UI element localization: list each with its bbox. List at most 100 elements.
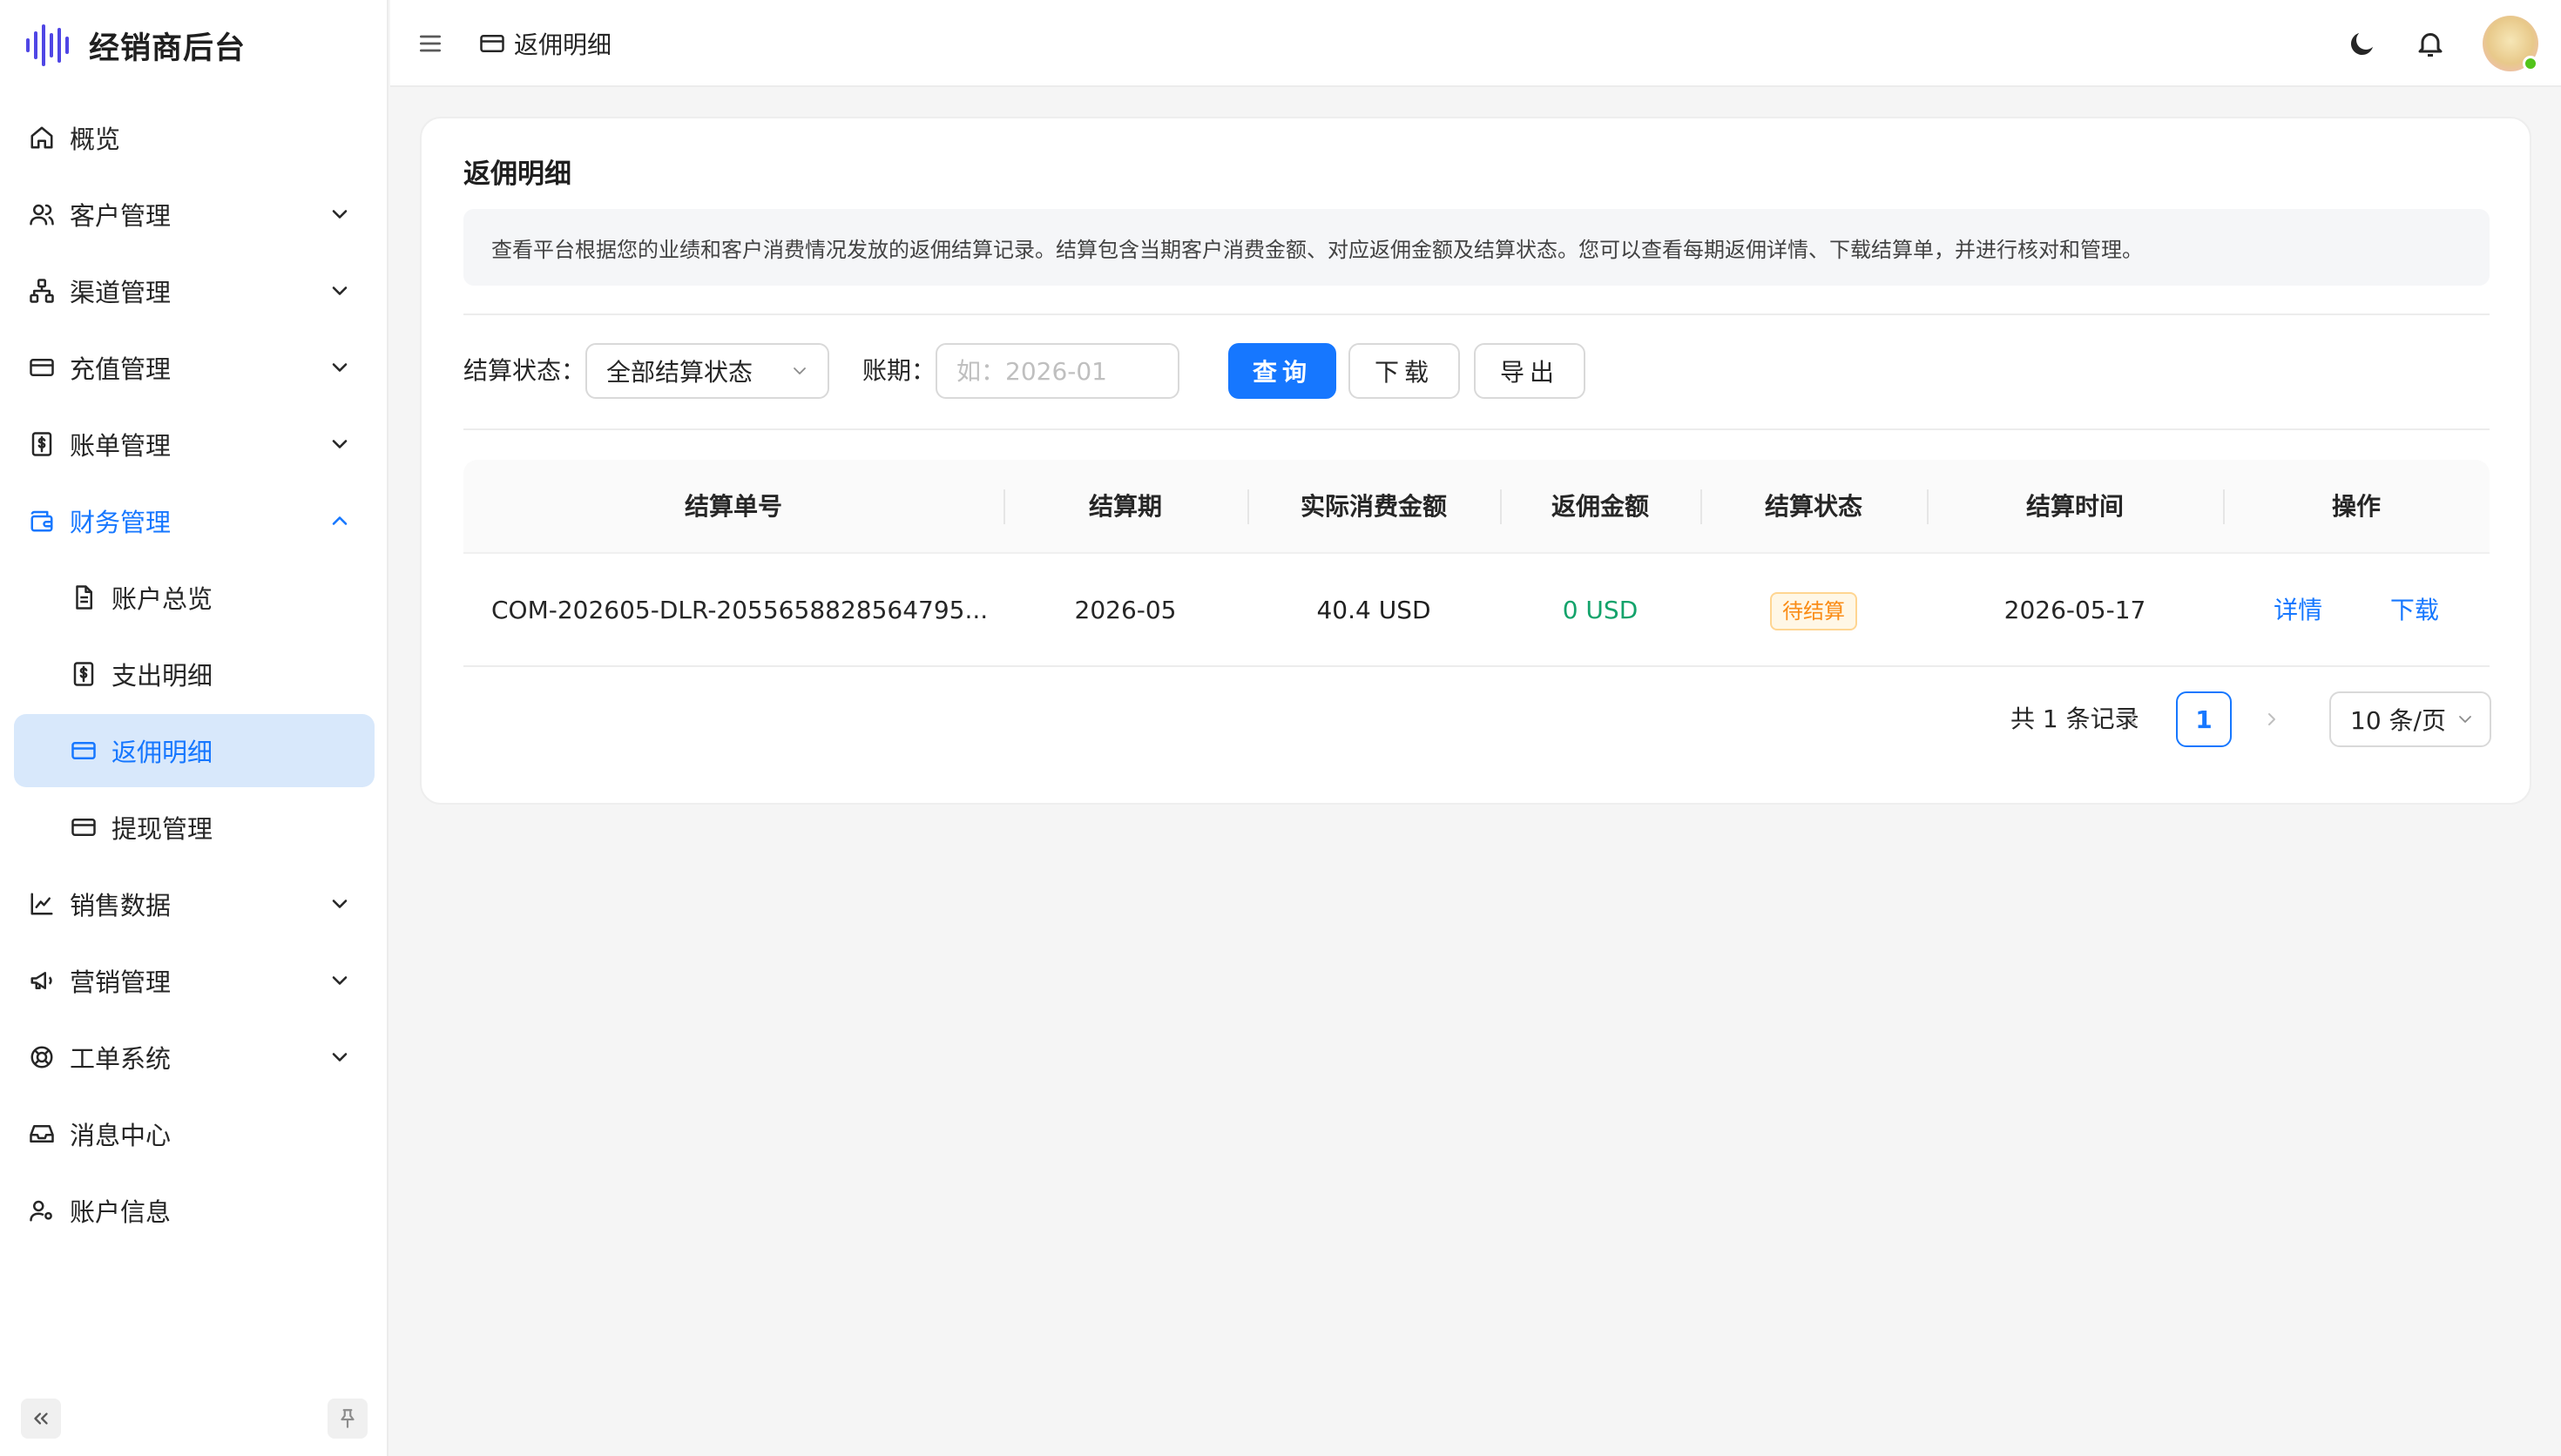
sidebar-item-account-info[interactable]: 账户信息 bbox=[14, 1174, 375, 1247]
chevron-right-icon bbox=[2261, 709, 2282, 730]
sidebar-item-label: 销售数据 bbox=[70, 891, 172, 920]
dark-mode-toggle[interactable] bbox=[2345, 26, 2380, 61]
users-icon bbox=[28, 200, 56, 228]
bill-icon bbox=[70, 660, 98, 688]
user-settings-icon bbox=[28, 1196, 56, 1224]
query-button[interactable]: 查询 bbox=[1228, 343, 1336, 399]
sidebar-item-label: 工单系统 bbox=[70, 1044, 172, 1074]
sidebar-item-label: 概览 bbox=[70, 125, 121, 154]
page-description: 查看平台根据您的业绩和客户消费情况发放的返佣结算记录。结算包含当期客户消费金额、… bbox=[463, 209, 2490, 286]
brand-title: 经销商后台 bbox=[89, 30, 247, 66]
chevron-down-icon bbox=[328, 202, 352, 226]
sidebar-item-withdrawal[interactable]: 提现管理 bbox=[14, 791, 375, 864]
sidebar-item-recharge[interactable]: 充值管理 bbox=[14, 331, 375, 404]
chevron-up-icon bbox=[328, 509, 352, 533]
chevron-down-icon bbox=[328, 355, 352, 380]
sidebar-menu: 概览 客户管理 渠道管理 充值管理 账单管理 财务管理 账户总览 支出明细 返佣… bbox=[14, 101, 375, 1250]
filter-bar: 结算状态： 全部结算状态 账期： 查询 下载 导出 bbox=[463, 343, 2490, 399]
chevron-down-icon bbox=[328, 432, 352, 456]
sidebar-item-label: 提现管理 bbox=[111, 814, 213, 844]
status-select[interactable]: 全部结算状态 bbox=[585, 343, 829, 399]
bill-icon bbox=[28, 430, 56, 458]
sidebar-item-channels[interactable]: 渠道管理 bbox=[14, 254, 375, 327]
credit-card-icon bbox=[70, 813, 98, 841]
sidebar-item-label: 账单管理 bbox=[70, 431, 172, 461]
rebate-amount-cell: 0 USD bbox=[1562, 596, 1639, 624]
status-filter-label: 结算状态： bbox=[463, 356, 586, 385]
line-chart-icon bbox=[28, 890, 56, 918]
pin-sidebar-button[interactable] bbox=[328, 1399, 368, 1439]
column-header: 返佣金额 bbox=[1551, 492, 1649, 521]
notifications-button[interactable] bbox=[2413, 26, 2448, 61]
sidebar-footer bbox=[21, 1399, 368, 1439]
sidebar-item-label: 充值管理 bbox=[70, 354, 172, 384]
settle-time-cell: 2026-05-17 bbox=[2004, 596, 2146, 624]
top-header: 返佣明细 bbox=[390, 0, 2561, 87]
chevron-down-icon bbox=[328, 968, 352, 993]
bell-icon bbox=[2415, 28, 2446, 59]
column-header: 结算单号 bbox=[684, 492, 782, 521]
status-cell: 待结算 bbox=[1700, 554, 1927, 667]
status-select-value: 全部结算状态 bbox=[606, 358, 753, 387]
sidebar-item-expense-detail[interactable]: 支出明细 bbox=[14, 637, 375, 711]
sidebar-item-label: 支出明细 bbox=[111, 661, 213, 691]
avatar[interactable] bbox=[2483, 16, 2538, 71]
status-badge: 待结算 bbox=[1770, 592, 1857, 630]
detail-link[interactable]: 详情 bbox=[2274, 596, 2322, 624]
pagination: 共 1 条记录 1 10 条/页 bbox=[463, 691, 2491, 747]
chevron-down-icon bbox=[789, 361, 810, 381]
app-root: 经销商后台 概览 客户管理 渠道管理 充值管理 账单管理 财务管理 账户总览 支… bbox=[0, 0, 2561, 1456]
page-number-button[interactable]: 1 bbox=[2176, 691, 2232, 747]
sidebar-item-customers[interactable]: 客户管理 bbox=[14, 178, 375, 251]
network-icon bbox=[28, 277, 56, 305]
sidebar-item-tickets[interactable]: 工单系统 bbox=[14, 1021, 375, 1094]
period-cell: 2026-05 bbox=[1074, 596, 1177, 624]
online-status-dot bbox=[2523, 56, 2538, 71]
brand[interactable]: 经销商后台 bbox=[24, 19, 246, 71]
rebate-detail-card: 返佣明细 查看平台根据您的业绩和客户消费情况发放的返佣结算记录。结算包含当期客户… bbox=[420, 117, 2531, 805]
prev-page-button[interactable] bbox=[2118, 705, 2146, 733]
sidebar-item-label: 返佣明细 bbox=[111, 738, 213, 767]
sidebar-item-label: 客户管理 bbox=[70, 201, 172, 231]
inbox-icon bbox=[28, 1120, 56, 1148]
next-page-button[interactable] bbox=[2258, 705, 2286, 733]
download-link[interactable]: 下载 bbox=[2390, 596, 2439, 624]
period-filter-label: 账期： bbox=[862, 356, 936, 385]
chevron-down-icon bbox=[2455, 709, 2476, 730]
chevron-left-icon bbox=[2122, 709, 2143, 730]
collapse-sidebar-button[interactable] bbox=[21, 1399, 61, 1439]
credit-card-icon bbox=[479, 30, 507, 57]
sidebar-item-label: 渠道管理 bbox=[70, 278, 172, 307]
column-header: 结算期 bbox=[1088, 492, 1162, 521]
export-button[interactable]: 导出 bbox=[1474, 343, 1585, 399]
rebate-table: 结算单号 结算期 实际消费金额 返佣金额 结算状态 结算时间 操作 COM-20… bbox=[463, 460, 2490, 667]
sidebar-item-label: 账户总览 bbox=[111, 584, 213, 614]
sidebar-item-account-overview[interactable]: 账户总览 bbox=[14, 561, 375, 634]
sidebar-item-marketing[interactable]: 营销管理 bbox=[14, 944, 375, 1017]
megaphone-icon bbox=[28, 967, 56, 994]
chevron-down-icon bbox=[328, 279, 352, 303]
download-button[interactable]: 下载 bbox=[1348, 343, 1460, 399]
sidebar-item-sales-data[interactable]: 销售数据 bbox=[14, 867, 375, 940]
sidebar-item-label: 营销管理 bbox=[70, 967, 172, 997]
menu-toggle-icon[interactable] bbox=[416, 30, 444, 57]
file-text-icon bbox=[70, 583, 98, 611]
period-input[interactable] bbox=[936, 343, 1179, 399]
sidebar-item-messages[interactable]: 消息中心 bbox=[14, 1097, 375, 1170]
sidebar-item-overview[interactable]: 概览 bbox=[14, 101, 375, 174]
chevron-down-icon bbox=[328, 892, 352, 916]
page-size-select[interactable]: 10 条/页 bbox=[2329, 691, 2491, 747]
wallet-icon bbox=[28, 507, 56, 535]
breadcrumb[interactable]: 返佣明细 bbox=[479, 26, 612, 61]
sidebar-item-finance[interactable]: 财务管理 bbox=[14, 484, 375, 557]
sidebar-item-bills[interactable]: 账单管理 bbox=[14, 408, 375, 481]
credit-card-icon bbox=[28, 354, 56, 381]
moon-icon bbox=[2347, 28, 2378, 59]
sidebar-item-rebate-detail[interactable]: 返佣明细 bbox=[14, 714, 375, 787]
column-header: 操作 bbox=[2331, 492, 2381, 521]
sidebar-item-label: 财务管理 bbox=[70, 508, 172, 537]
credit-card-icon bbox=[70, 737, 98, 765]
page-size-value: 10 条/页 bbox=[2350, 706, 2446, 735]
column-header: 结算时间 bbox=[2025, 492, 2124, 521]
page-title: 返佣明细 bbox=[463, 158, 571, 190]
